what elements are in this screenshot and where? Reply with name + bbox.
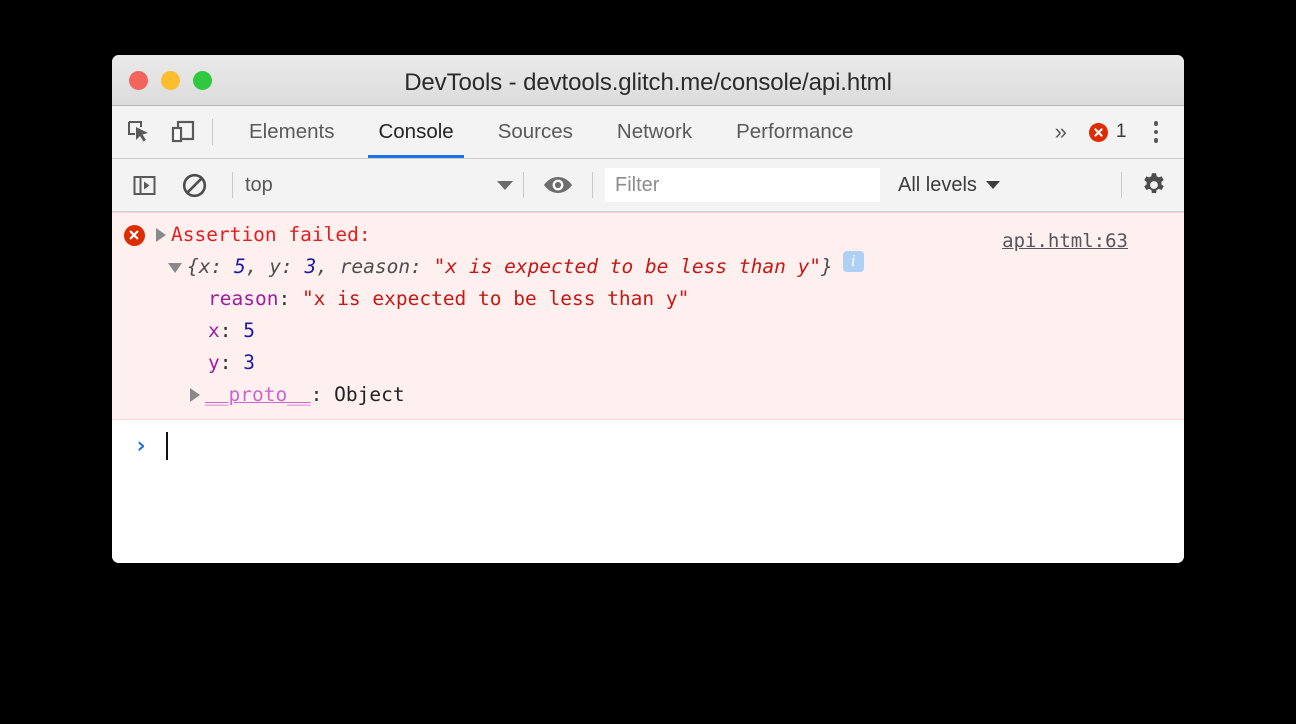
assertion-failed-label: Assertion failed: (171, 223, 371, 246)
tabbar-right-controls: » 1 (1041, 106, 1184, 158)
property-row[interactable]: x: 5 (112, 315, 1184, 347)
tabbar-tools (112, 106, 198, 158)
preview-close-brace: } (821, 255, 833, 278)
property-value-reason: "x is expected to be less than y" (301, 287, 690, 310)
property-row[interactable]: y: 3 (112, 347, 1184, 379)
property-colon: : (219, 319, 244, 342)
preview-key-y: y (269, 255, 281, 278)
window-title: DevTools - devtools.glitch.me/console/ap… (404, 69, 892, 96)
live-expression-eye-icon[interactable] (542, 169, 574, 201)
log-levels-label: All levels (898, 173, 977, 196)
console-toolbar: top All levels (112, 159, 1184, 212)
message-error-icon-cell (112, 219, 156, 251)
preview-sep-0: : (210, 255, 234, 278)
tab-network-label: Network (616, 120, 693, 143)
error-circle-icon (123, 224, 145, 246)
tab-performance[interactable]: Performance (714, 106, 875, 158)
property-key-y: y (208, 351, 220, 374)
chevron-down-icon (497, 180, 513, 190)
tabbar-divider (212, 119, 213, 145)
device-toolbar-icon[interactable] (168, 117, 198, 147)
object-preview-row[interactable]: {x: 5, y: 3, reason: "x is expected to b… (112, 251, 1184, 283)
log-levels-select[interactable]: All levels (880, 174, 1018, 197)
tab-elements[interactable]: Elements (227, 106, 356, 158)
info-badge-icon[interactable]: i (842, 251, 864, 272)
proto-key: __proto__ (205, 383, 311, 406)
tab-network[interactable]: Network (595, 106, 714, 158)
proto-value: Object (334, 383, 405, 406)
preview-value-y: 3 (304, 255, 317, 278)
property-value-y: 3 (243, 351, 255, 374)
filter-input[interactable] (605, 168, 880, 202)
chevron-down-icon (985, 181, 1000, 189)
window-titlebar: DevTools - devtools.glitch.me/console/ap… (112, 55, 1184, 106)
collapse-triangle-icon[interactable] (168, 263, 182, 273)
preview-open-brace: { (187, 255, 199, 278)
expand-triangle-icon[interactable] (156, 228, 166, 242)
preview-key-reason: reason (339, 255, 411, 278)
more-tabs-chevron-icon[interactable]: » (1041, 121, 1081, 143)
prompt-arrow-icon: › (134, 432, 148, 459)
property-key-x: x (208, 319, 220, 342)
object-preview: {x: 5, y: 3, reason: "x is expected to b… (187, 251, 833, 283)
preview-comma-0: , (245, 255, 270, 278)
kebab-menu-icon[interactable] (1136, 121, 1175, 143)
console-toolbar-right (1121, 171, 1184, 199)
toolbar-divider-2 (523, 172, 524, 198)
gear-icon[interactable] (1122, 171, 1184, 199)
proto-colon: : (310, 383, 335, 406)
toolbar-divider-3 (592, 172, 593, 198)
property-colon: : (278, 287, 302, 310)
preview-key-x: x (198, 255, 211, 278)
assertion-failed-row[interactable]: Assertion failed: api.html:63 (112, 219, 1184, 252)
property-key-reason: reason (208, 287, 279, 310)
console-prompt-row[interactable]: › (112, 420, 1184, 468)
devtools-tabbar: Elements Console Sources Network Perform… (112, 106, 1184, 159)
property-row[interactable]: reason: "x is expected to be less than y… (112, 283, 1184, 315)
console-sidebar-icon[interactable] (128, 169, 160, 201)
error-count-badge[interactable]: 1 (1081, 121, 1135, 143)
tab-sources[interactable]: Sources (476, 106, 595, 158)
tab-sources-label: Sources (497, 120, 573, 143)
console-message-error: Assertion failed: api.html:63 {x: 5, y: … (112, 212, 1184, 420)
execution-context-select[interactable]: top (233, 169, 523, 202)
console-prompt-input[interactable] (167, 433, 1184, 459)
tab-performance-label: Performance (736, 120, 854, 143)
preview-sep-1: : (280, 255, 305, 278)
error-circle-icon (1088, 122, 1108, 142)
tab-console-label: Console (378, 120, 454, 143)
clear-console-icon[interactable] (178, 169, 210, 201)
error-count-label: 1 (1115, 121, 1127, 142)
devtools-window: DevTools - devtools.glitch.me/console/ap… (112, 55, 1184, 563)
property-colon: : (219, 351, 244, 374)
console-output: Assertion failed: api.html:63 {x: 5, y: … (112, 212, 1184, 563)
devtools-tabs: Elements Console Sources Network Perform… (227, 106, 875, 158)
execution-context-label: top (245, 173, 273, 196)
preview-sep-2: : (410, 255, 434, 278)
inspect-element-icon[interactable] (124, 117, 154, 147)
proto-row[interactable]: __proto__: Object (112, 379, 1184, 411)
preview-value-reason: "x is expected to be less than y" (433, 255, 822, 278)
property-value-x: 5 (243, 319, 255, 342)
preview-comma-1: , (316, 255, 340, 278)
expand-triangle-icon[interactable] (190, 388, 200, 402)
tab-console[interactable]: Console (356, 106, 475, 158)
tab-elements-label: Elements (249, 120, 335, 143)
preview-value-x: 5 (233, 255, 246, 278)
